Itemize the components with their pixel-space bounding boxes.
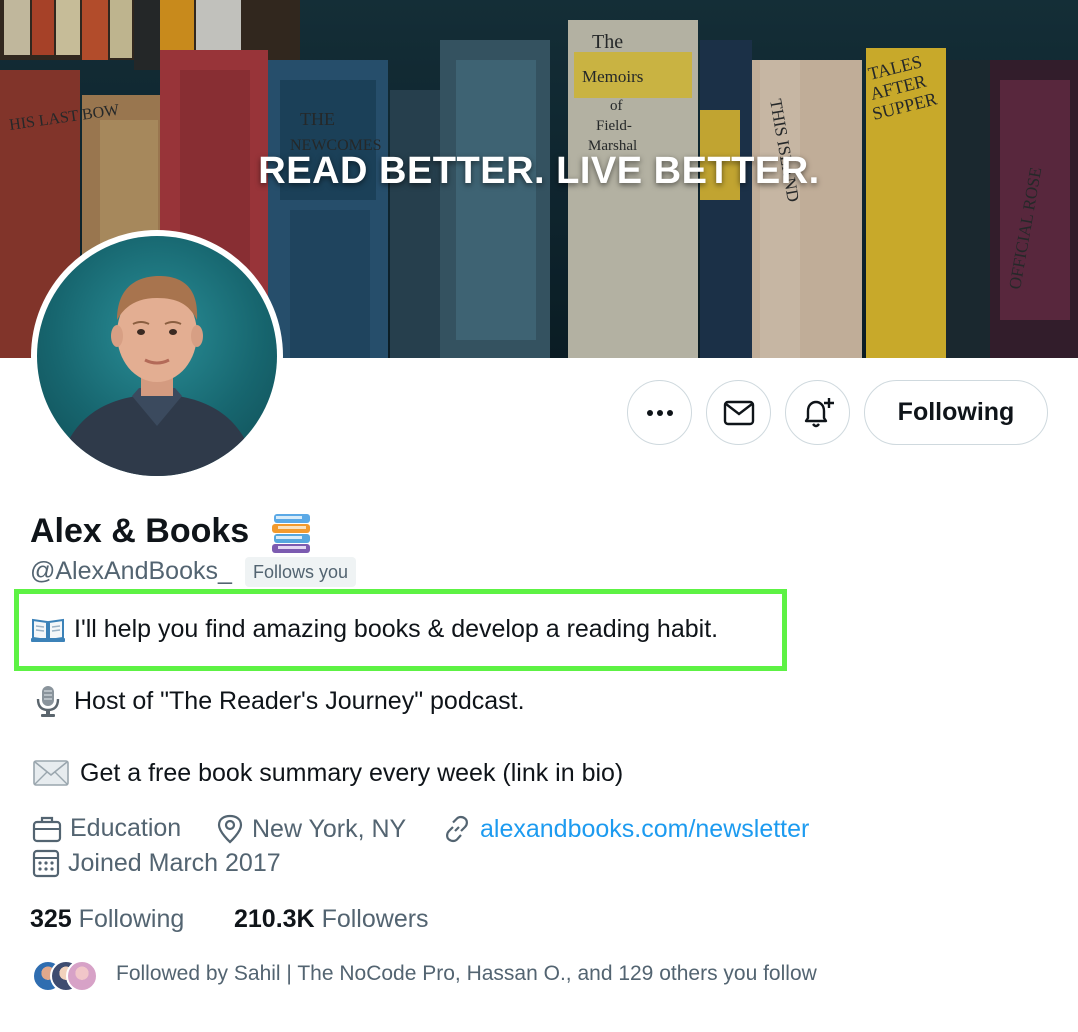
profile-avatar[interactable] bbox=[31, 230, 283, 482]
follows-you-badge: Follows you bbox=[245, 557, 357, 587]
envelope-emoji-icon bbox=[30, 757, 72, 789]
bio-text-3: Get a free book summary every week (link… bbox=[80, 758, 624, 787]
bio-line-1: I'll help you find amazing books & devel… bbox=[30, 613, 718, 645]
link-icon bbox=[446, 815, 468, 843]
microphone-icon bbox=[30, 685, 66, 717]
bio-line-3: Get a free book summary every week (link… bbox=[30, 757, 623, 789]
avatar-portrait bbox=[57, 276, 257, 476]
following-count: 325 bbox=[30, 905, 72, 933]
avatar bbox=[66, 960, 98, 992]
display-name: Alex & Books bbox=[30, 512, 250, 550]
bell-plus-icon bbox=[804, 397, 834, 427]
following-label: Following bbox=[78, 905, 185, 933]
bio-line-2: Host of "The Reader's Journey" podcast. bbox=[30, 685, 525, 717]
website-link[interactable]: alexandbooks.com/newsletter bbox=[480, 815, 809, 844]
mutual-followers-avatars[interactable] bbox=[32, 960, 98, 994]
more-options-button[interactable] bbox=[627, 380, 692, 445]
banner-tagline: READ BETTER. LIVE BETTER. bbox=[258, 150, 820, 192]
bio-text-2: Host of "The Reader's Journey" podcast. bbox=[74, 686, 525, 715]
notifications-button[interactable] bbox=[785, 380, 850, 445]
location-pin-icon bbox=[217, 814, 243, 844]
briefcase-icon bbox=[32, 816, 62, 842]
profile-website[interactable]: alexandbooks.com/newsletter bbox=[442, 814, 809, 844]
followers-stat[interactable]: 210.3K Followers bbox=[234, 905, 429, 934]
message-button[interactable] bbox=[706, 380, 771, 445]
followers-count: 210.3K bbox=[234, 905, 315, 933]
following-stat[interactable]: 325 Following bbox=[30, 905, 184, 934]
calendar-icon bbox=[32, 849, 60, 878]
more-icon bbox=[646, 409, 673, 416]
profile-handle: @AlexAndBooks_ bbox=[30, 557, 232, 585]
bio-text-1: I'll help you find amazing books & devel… bbox=[74, 614, 719, 643]
profile-location: New York, NY bbox=[216, 814, 406, 844]
profile-category: Education bbox=[32, 814, 181, 843]
followers-label: Followers bbox=[321, 905, 429, 933]
profile-joined-date: Joined March 2017 bbox=[32, 848, 281, 878]
book-icon bbox=[30, 613, 66, 645]
mail-icon bbox=[723, 400, 754, 425]
followed-by-text[interactable]: Followed by Sahil | The NoCode Pro, Hass… bbox=[116, 962, 817, 986]
books-stack-emoji bbox=[270, 510, 314, 559]
following-button[interactable]: Following bbox=[864, 380, 1048, 445]
